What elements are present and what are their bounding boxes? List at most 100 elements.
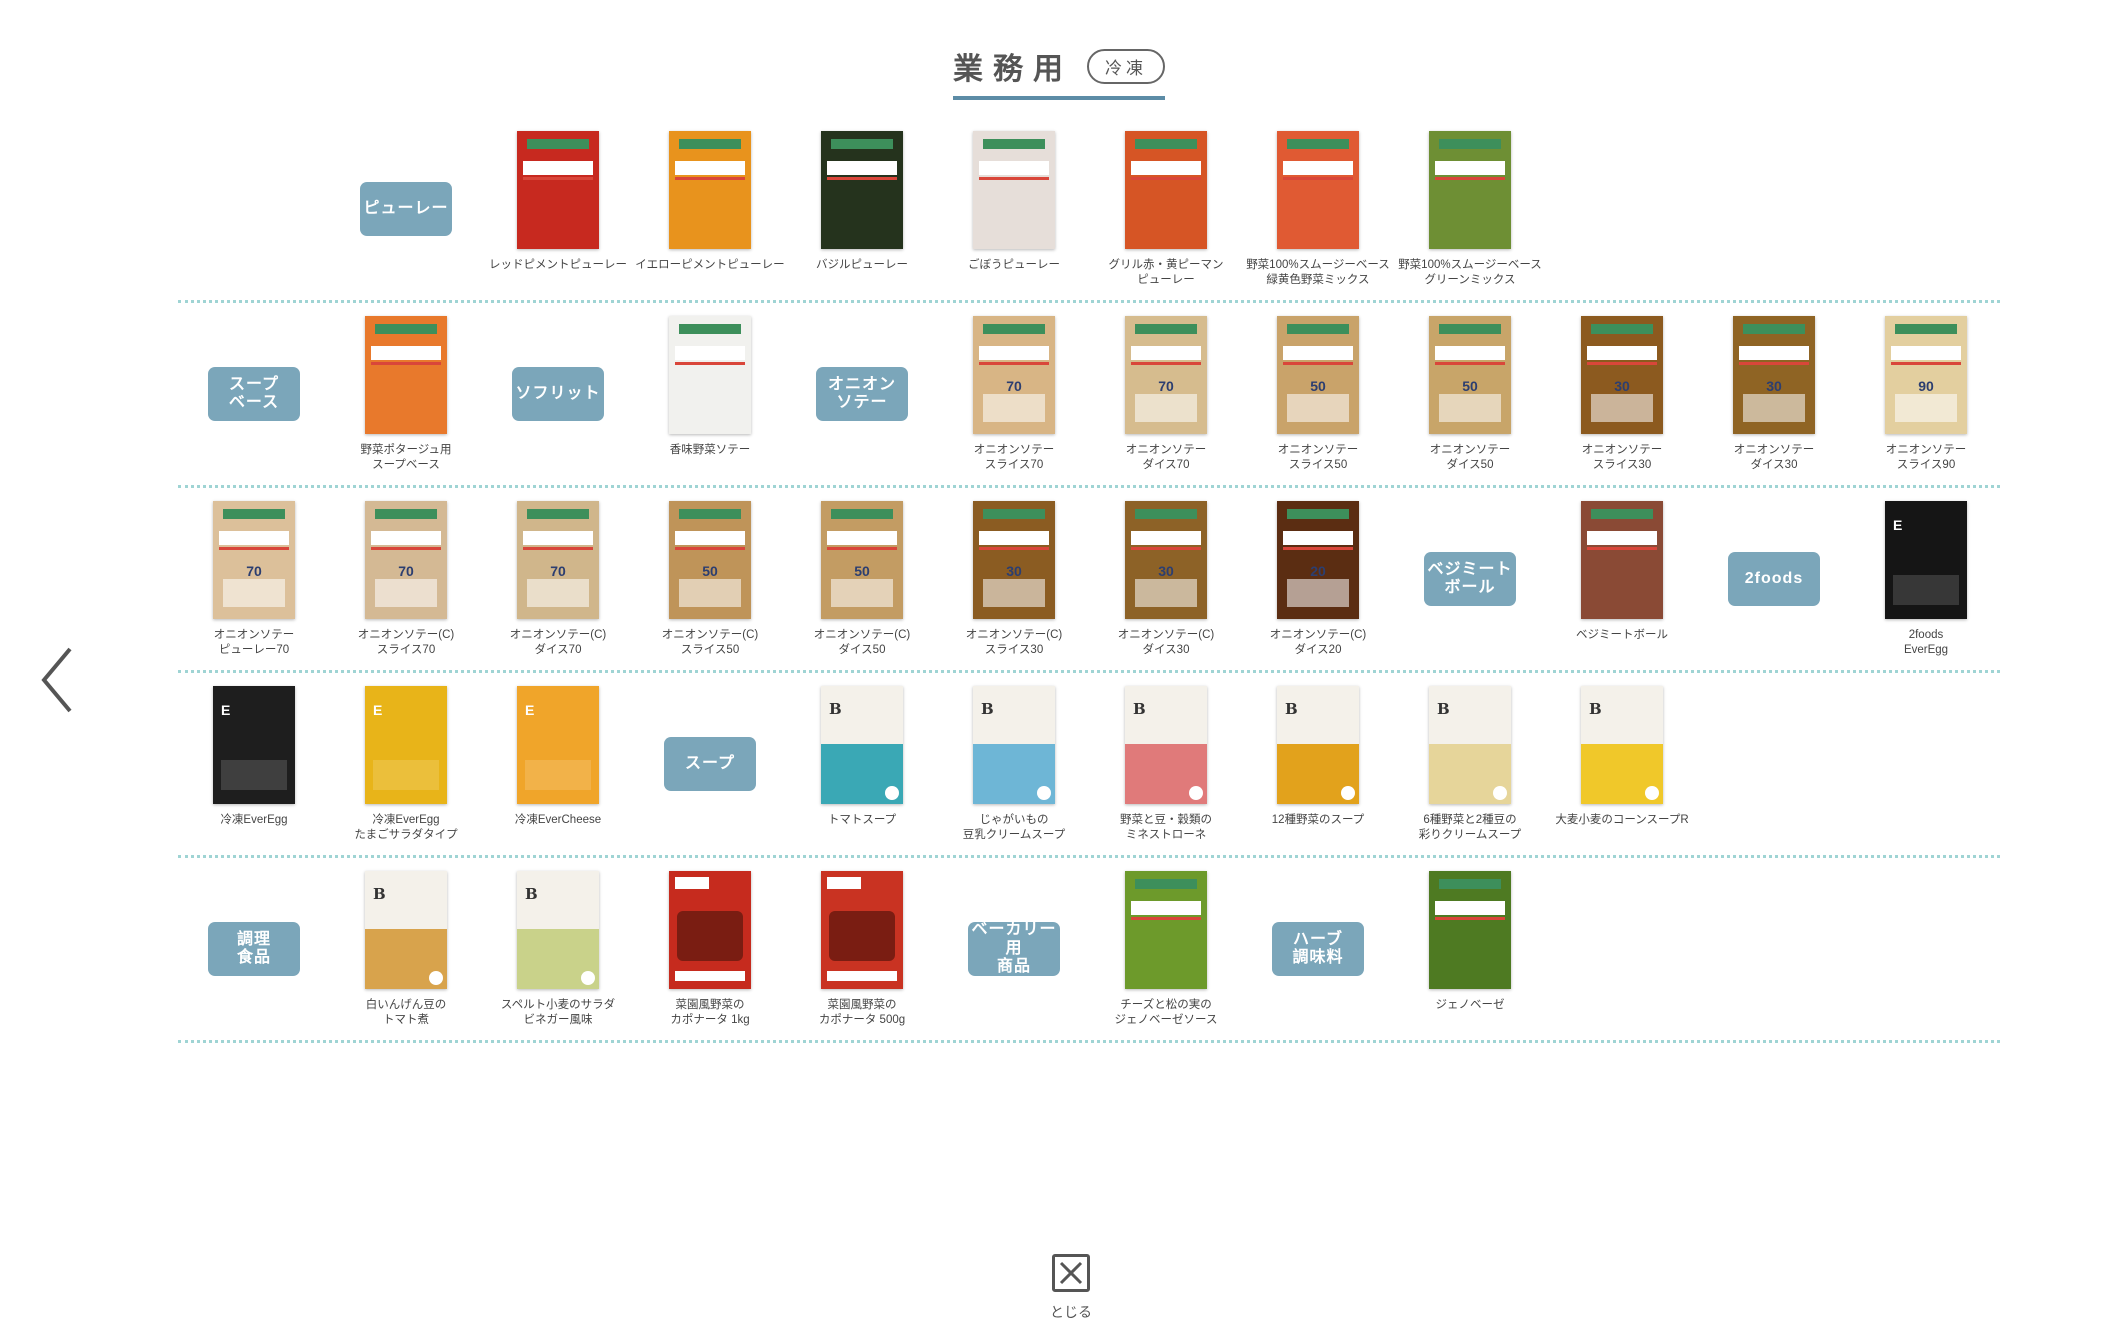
- product-name: ごぼうピューレー: [968, 259, 1060, 271]
- category-button[interactable]: ハーブ 調味料: [1272, 922, 1364, 976]
- product-name: ベジミートボール: [1576, 629, 1668, 641]
- grid-cell: チーズと松の実の ジェノベーゼソース: [1090, 858, 1242, 1040]
- product-package-image: 70: [213, 501, 295, 619]
- grid-cell: B じゃがいもの 豆乳クリームスープ: [938, 673, 1090, 855]
- category-button[interactable]: ソフリット: [512, 367, 604, 421]
- product-item[interactable]: ジェノベーゼ: [1394, 858, 1546, 1040]
- category-button[interactable]: ピューレー: [360, 182, 452, 236]
- product-package-image: [821, 131, 903, 249]
- onion-number: 70: [550, 563, 566, 579]
- product-item[interactable]: 70 オニオンソテー(C) ダイス70: [482, 488, 634, 670]
- grid-cell: 調理 食品: [178, 858, 330, 1040]
- product-package-image: 30: [1125, 501, 1207, 619]
- category-button[interactable]: ベジミート ボール: [1424, 552, 1516, 606]
- product-item[interactable]: 野菜ポタージュ用 スープベース: [330, 303, 482, 485]
- prev-arrow-icon[interactable]: [38, 645, 78, 715]
- product-package-image: 50: [1429, 316, 1511, 434]
- product-name: トマトスープ: [827, 814, 897, 826]
- grid-cell: 70 オニオンソテー ピューレー70: [178, 488, 330, 670]
- product-item[interactable]: B じゃがいもの 豆乳クリームスープ: [938, 673, 1090, 855]
- product-item[interactable]: B トマトスープ: [786, 673, 938, 855]
- product-item[interactable]: B 大麦小麦のコーンスープR: [1546, 673, 1698, 855]
- category-button[interactable]: 調理 食品: [208, 922, 300, 976]
- product-item[interactable]: B 白いんげん豆の トマト煮: [330, 858, 482, 1040]
- product-item[interactable]: B 野菜と豆・穀類の ミネストローネ: [1090, 673, 1242, 855]
- product-name: 野菜100%スムージーベース グリーンミックス: [1398, 259, 1542, 286]
- product-package-image: [1125, 871, 1207, 989]
- category-button[interactable]: ベーカリー用 商品: [968, 921, 1060, 976]
- product-item[interactable]: グリル赤・黄ピーマン ピューレー: [1090, 118, 1242, 300]
- grid-cell: 70 オニオンソテー(C) スライス70: [330, 488, 482, 670]
- product-item[interactable]: 70 オニオンソテー(C) スライス70: [330, 488, 482, 670]
- product-package-image: 50: [669, 501, 751, 619]
- product-item[interactable]: 50 オニオンソテー(C) スライス50: [634, 488, 786, 670]
- product-item[interactable]: イエローピメントピューレー: [634, 118, 786, 300]
- category-button[interactable]: スープ ベース: [208, 367, 300, 421]
- close-button[interactable]: とじる: [1048, 1254, 1094, 1334]
- product-name: 2foods EverEgg: [1903, 629, 1949, 656]
- product-item[interactable]: E 冷凍EverCheese: [482, 673, 634, 855]
- product-item[interactable]: 野菜100%スムージーベース 緑黄色野菜ミックス: [1242, 118, 1394, 300]
- product-name: 12種野菜のスープ: [1271, 814, 1365, 826]
- product-package-image: [669, 871, 751, 989]
- product-item[interactable]: 50 オニオンソテー(C) ダイス50: [786, 488, 938, 670]
- product-item[interactable]: チーズと松の実の ジェノベーゼソース: [1090, 858, 1242, 1040]
- product-item[interactable]: 野菜100%スムージーベース グリーンミックス: [1394, 118, 1546, 300]
- product-item[interactable]: B スペルト小麦のサラダ ビネガー風味: [482, 858, 634, 1040]
- grid-cell: 菜園風野菜の カポナータ 500g: [786, 858, 938, 1040]
- product-item[interactable]: 30 オニオンソテー(C) ダイス30: [1090, 488, 1242, 670]
- grid-cell: 野菜100%スムージーベース 緑黄色野菜ミックス: [1242, 118, 1394, 300]
- product-item[interactable]: B 6種野菜と2種豆の 彩りクリームスープ: [1394, 673, 1546, 855]
- grid-cell: 70 オニオンソテー スライス70: [938, 303, 1090, 485]
- product-item[interactable]: 菜園風野菜の カポナータ 1kg: [634, 858, 786, 1040]
- grid-cell: 50 オニオンソテー(C) スライス50: [634, 488, 786, 670]
- product-item[interactable]: 30 オニオンソテー スライス30: [1546, 303, 1698, 485]
- product-name: オニオンソテー スライス30: [1581, 444, 1663, 471]
- grid-cell: スープ ベース: [178, 303, 330, 485]
- grid-cell: B 白いんげん豆の トマト煮: [330, 858, 482, 1040]
- product-package-image: B: [365, 871, 447, 989]
- product-name: チーズと松の実の ジェノベーゼソース: [1114, 999, 1218, 1026]
- product-name: レッドピメントピューレー: [489, 259, 627, 271]
- close-icon[interactable]: [1052, 1254, 1090, 1292]
- product-item[interactable]: 20 オニオンソテー(C) ダイス20: [1242, 488, 1394, 670]
- category-button[interactable]: オニオン ソテー: [816, 367, 908, 421]
- grid-cell: オニオン ソテー: [786, 303, 938, 485]
- product-item[interactable]: B 12種野菜のスープ: [1242, 673, 1394, 855]
- product-package-image: 70: [1125, 316, 1207, 434]
- category-row: ピューレーレッドピメントピューレー イエローピメントピューレー バジルピューレー ごぼ…: [178, 118, 2000, 303]
- product-package-image: B: [1429, 686, 1511, 804]
- product-item[interactable]: バジルピューレー: [786, 118, 938, 300]
- product-item[interactable]: 70 オニオンソテー ピューレー70: [178, 488, 330, 670]
- grid-cell: 菜園風野菜の カポナータ 1kg: [634, 858, 786, 1040]
- product-name: オニオンソテー ピューレー70: [213, 629, 295, 656]
- product-item[interactable]: E 冷凍EverEgg たまごサラダタイプ: [330, 673, 482, 855]
- frozen-badge: 冷凍: [1087, 48, 1165, 84]
- product-item[interactable]: 香味野菜ソテー: [634, 303, 786, 485]
- category-button[interactable]: 2foods: [1728, 552, 1820, 606]
- product-package-image: B: [821, 686, 903, 804]
- product-item[interactable]: E 冷凍EverEgg: [178, 673, 330, 855]
- grid-cell: 野菜ポタージュ用 スープベース: [330, 303, 482, 485]
- product-item[interactable]: ごぼうピューレー: [938, 118, 1090, 300]
- product-item[interactable]: レッドピメントピューレー: [482, 118, 634, 300]
- product-item[interactable]: 50 オニオンソテー スライス50: [1242, 303, 1394, 485]
- product-name: オニオンソテー(C) ダイス20: [1269, 629, 1367, 656]
- grid-cell: ベジミートボール: [1546, 488, 1698, 670]
- product-item[interactable]: 30 オニオンソテー(C) スライス30: [938, 488, 1090, 670]
- product-name: 野菜ポタージュ用 スープベース: [360, 444, 452, 471]
- product-package-image: 30: [1733, 316, 1815, 434]
- product-package-image: 90: [1885, 316, 1967, 434]
- page-title: 業務用: [953, 53, 1073, 86]
- product-item[interactable]: 30 オニオンソテー ダイス30: [1698, 303, 1850, 485]
- product-item[interactable]: 70 オニオンソテー ダイス70: [1090, 303, 1242, 485]
- category-button[interactable]: スープ: [664, 737, 756, 791]
- product-item[interactable]: 90 オニオンソテー スライス90: [1850, 303, 2002, 485]
- product-item[interactable]: 70 オニオンソテー スライス70: [938, 303, 1090, 485]
- product-item[interactable]: ベジミートボール: [1546, 488, 1698, 670]
- product-item[interactable]: 菜園風野菜の カポナータ 500g: [786, 858, 938, 1040]
- product-item[interactable]: E 2foods EverEgg: [1850, 488, 2002, 670]
- product-name: 香味野菜ソテー: [669, 444, 751, 456]
- product-item[interactable]: 50 オニオンソテー ダイス50: [1394, 303, 1546, 485]
- grid-cell: グリル赤・黄ピーマン ピューレー: [1090, 118, 1242, 300]
